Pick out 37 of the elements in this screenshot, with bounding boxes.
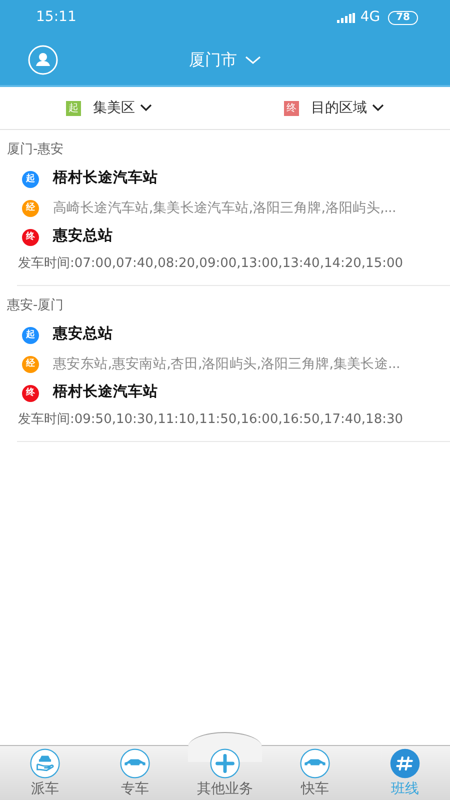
via-stations: 惠安东站,惠安南站,杏田,洛阳屿头,洛阳三角牌,集美长途...: [53, 354, 400, 374]
chevron-down-icon: [372, 104, 384, 112]
hand-car-icon: [27, 748, 63, 779]
car-icon: [297, 748, 333, 779]
start-end-badge: 终: [284, 100, 299, 116]
route-title: 惠安-厦门: [6, 297, 65, 315]
clock: 15:11: [36, 8, 76, 27]
network-type: 4G: [360, 8, 380, 27]
plus-icon: [207, 748, 243, 779]
tab-item[interactable]: 其他业务: [180, 746, 270, 800]
stop-badge: 起: [22, 326, 39, 344]
car-icon: [117, 748, 153, 779]
station-name: 梧村长途汽车站: [53, 382, 158, 402]
avatar-icon[interactable]: [28, 45, 58, 75]
stop-badge: 经: [22, 356, 39, 372]
tab-item[interactable]: 快车: [270, 746, 360, 800]
stop-badge: 终: [22, 228, 39, 246]
stop-badge: 起: [22, 170, 39, 188]
chevron-down-icon: [140, 104, 152, 112]
start-end-badge: 起: [66, 100, 81, 116]
departure-times: 发车时间:09:50,10:30,11:10,11:50,16:00,16:50,17:40,18:30: [17, 410, 404, 428]
route-title: 厦门-惠安: [6, 141, 65, 159]
station-name: 惠安总站: [53, 324, 113, 344]
tab-item[interactable]: 派车: [0, 746, 90, 800]
station-name: 惠安总站: [53, 226, 113, 246]
tab-item[interactable]: 专车: [90, 746, 180, 800]
departure-times: 发车时间:07:00,07:40,08:20,09:00,13:00,13:40,14:20,15:00: [17, 254, 404, 272]
city-selector[interactable]: 厦门市: [189, 48, 261, 72]
via-stations: 高崎长途汽车站,集美长途汽车站,洛阳三角牌,洛阳屿头,...: [53, 198, 396, 218]
area-filter[interactable]: 起 集美区: [66, 98, 152, 118]
stop-badge: 终: [22, 384, 39, 402]
chevron-down-icon: [245, 56, 261, 64]
stop-badge: 经: [22, 200, 39, 216]
station-name: 梧村长途汽车站: [53, 168, 158, 188]
area-filter[interactable]: 终 目的区域: [284, 98, 384, 118]
signal-icon: [337, 12, 356, 22]
battery-level: 78: [388, 10, 418, 24]
